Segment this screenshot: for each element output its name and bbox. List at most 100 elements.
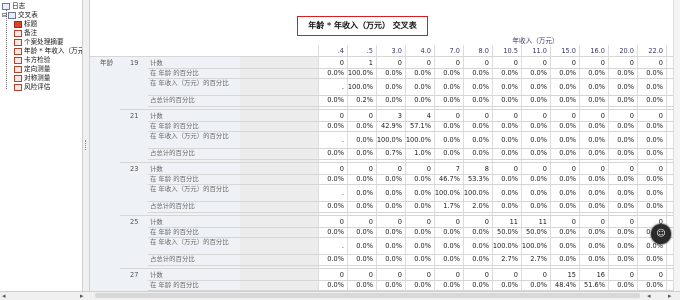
table-cell[interactable]: 0.0% — [637, 175, 663, 184]
outline-tree[interactable]: 日志 ⊟ 交叉表 标题 备注 个案处理摘要 年龄 * 年收入（万元 卡方检验 定向… — [0, 0, 82, 291]
table-cell[interactable]: 0.0% — [608, 136, 634, 145]
table-cell[interactable]: 0.0% — [637, 255, 663, 264]
table-cell[interactable]: 0.0% — [405, 202, 431, 211]
table-cell[interactable]: 0.0% — [434, 122, 460, 131]
table-cell[interactable]: 0.0% — [347, 202, 373, 211]
table-cell[interactable]: 0.0% — [434, 136, 460, 145]
table-cell[interactable]: 4 — [405, 112, 431, 121]
table-cell[interactable]: 0.0% — [550, 69, 576, 78]
table-cell[interactable]: 0.0% — [637, 96, 663, 105]
tree-item-symmetric-measures[interactable]: 对称测量 — [14, 74, 50, 83]
table-cell[interactable]: 0.0% — [318, 281, 344, 290]
table-cell[interactable]: 0.0% — [376, 281, 402, 290]
column-header[interactable]: .5 — [347, 47, 373, 56]
table-cell[interactable]: 0.0% — [347, 136, 373, 145]
table-cell[interactable]: 0.0% — [637, 83, 663, 92]
table-cell[interactable]: 0.0% — [608, 189, 634, 198]
table-cell[interactable]: 0.0% — [492, 175, 518, 184]
column-header[interactable]: 4.0 — [405, 47, 432, 56]
table-cell[interactable]: 0 — [318, 59, 344, 68]
table-cell[interactable]: 0.0% — [492, 136, 518, 145]
table-cell[interactable]: 0.0% — [550, 242, 576, 251]
table-cell[interactable]: 0 — [434, 218, 460, 227]
table-cell[interactable]: 0.0% — [521, 175, 547, 184]
table-cell[interactable]: 100.0% — [463, 189, 489, 198]
table-cell[interactable]: 0.0% — [521, 136, 547, 145]
column-header[interactable]: 3.0 — [376, 47, 403, 56]
table-cell[interactable]: 0.0% — [637, 189, 663, 198]
table-cell[interactable]: 0 — [492, 59, 518, 68]
table-cell[interactable]: 0.0% — [492, 189, 518, 198]
table-cell[interactable]: 0 — [492, 112, 518, 121]
table-cell[interactable]: 0 — [347, 112, 373, 121]
column-header[interactable]: 8.0 — [463, 47, 490, 56]
table-cell[interactable]: 0 — [318, 271, 344, 280]
pane-splitter[interactable] — [82, 0, 90, 291]
table-cell[interactable]: 0.0% — [492, 83, 518, 92]
table-cell[interactable]: . — [318, 189, 344, 198]
table-cell[interactable]: 3 — [376, 112, 402, 121]
table-cell[interactable]: 0.0% — [608, 69, 634, 78]
table-cell[interactable]: 0 — [637, 112, 663, 121]
table-cell[interactable]: 0.0% — [608, 149, 634, 158]
tree-item-title[interactable]: 标题 — [14, 20, 37, 29]
table-cell[interactable]: 53.3% — [463, 175, 489, 184]
table-cell[interactable]: 0.0% — [550, 255, 576, 264]
table-cell[interactable]: 0.0% — [550, 149, 576, 158]
table-cell[interactable]: 48.4% — [550, 281, 576, 290]
splitter-grip-icon[interactable] — [85, 140, 89, 150]
table-cell[interactable]: 0 — [521, 165, 547, 174]
table-cell[interactable]: 0 — [550, 218, 576, 227]
scrollbar-thumb[interactable] — [95, 293, 640, 298]
table-cell[interactable]: 0.0% — [521, 96, 547, 105]
table-cell[interactable]: 0 — [492, 271, 518, 280]
table-cell[interactable]: 0.0% — [463, 228, 489, 237]
table-cell[interactable]: 0 — [405, 218, 431, 227]
table-cell[interactable]: 0.0% — [608, 202, 634, 211]
table-cell[interactable]: 0.0% — [492, 122, 518, 131]
table-cell[interactable]: 0.0% — [492, 69, 518, 78]
table-cell[interactable]: 51.6% — [579, 281, 605, 290]
table-cell[interactable]: 0 — [463, 271, 489, 280]
output-viewer[interactable]: 年龄 * 年收入（万元） 交叉表 年收入（万元） .4.5 3.0 4.0 7.0 8.0… — [90, 0, 680, 291]
table-cell[interactable]: 0 — [318, 112, 344, 121]
table-cell[interactable]: 0.0% — [521, 83, 547, 92]
table-cell[interactable]: 0.0% — [521, 149, 547, 158]
table-cell[interactable]: . — [318, 136, 344, 145]
tree-item-directional-measures[interactable]: 定向测量 — [14, 65, 50, 74]
table-cell[interactable]: 0.0% — [579, 83, 605, 92]
table-cell[interactable]: 0.0% — [579, 202, 605, 211]
table-cell[interactable]: 0 — [550, 59, 576, 68]
table-cell[interactable]: 0.0% — [492, 202, 518, 211]
table-cell[interactable]: 0.0% — [318, 69, 344, 78]
table-cell[interactable]: 0.0% — [347, 281, 373, 290]
table-cell[interactable]: 0 — [521, 112, 547, 121]
table-cell[interactable]: 11 — [521, 218, 547, 227]
table-cell[interactable]: 0 — [637, 59, 663, 68]
table-cell[interactable]: 0.0% — [608, 228, 634, 237]
table-cell[interactable]: 100.0% — [492, 242, 518, 251]
table-cell[interactable]: 0.0% — [463, 149, 489, 158]
table-cell[interactable]: 50.0% — [521, 228, 547, 237]
table-cell[interactable]: 0.0% — [347, 242, 373, 251]
table-cell[interactable]: 0.0% — [347, 228, 373, 237]
table-cell[interactable]: 0.0% — [550, 96, 576, 105]
table-cell[interactable]: 0.0% — [608, 242, 634, 251]
table-cell[interactable]: 0.0% — [579, 242, 605, 251]
table-cell[interactable]: 0 — [376, 271, 402, 280]
table-cell[interactable]: 0.0% — [434, 69, 460, 78]
table-cell[interactable]: 0.0% — [434, 149, 460, 158]
table-cell[interactable]: 0.0% — [347, 175, 373, 184]
table-cell[interactable]: 0.0% — [376, 175, 402, 184]
table-cell[interactable]: 0.0% — [376, 96, 402, 105]
table-cell[interactable]: 0.0% — [318, 96, 344, 105]
table-cell[interactable]: 0.0% — [405, 83, 431, 92]
table-cell[interactable]: 0.0% — [550, 83, 576, 92]
table-cell[interactable]: 0.0% — [463, 136, 489, 145]
table-cell[interactable]: 0.0% — [492, 96, 518, 105]
table-cell[interactable]: 0.0% — [463, 281, 489, 290]
table-cell[interactable]: 0.0% — [579, 255, 605, 264]
table-cell[interactable]: 0 — [579, 218, 605, 227]
table-cell[interactable]: 0.0% — [550, 175, 576, 184]
table-cell[interactable]: 100.0% — [376, 136, 402, 145]
